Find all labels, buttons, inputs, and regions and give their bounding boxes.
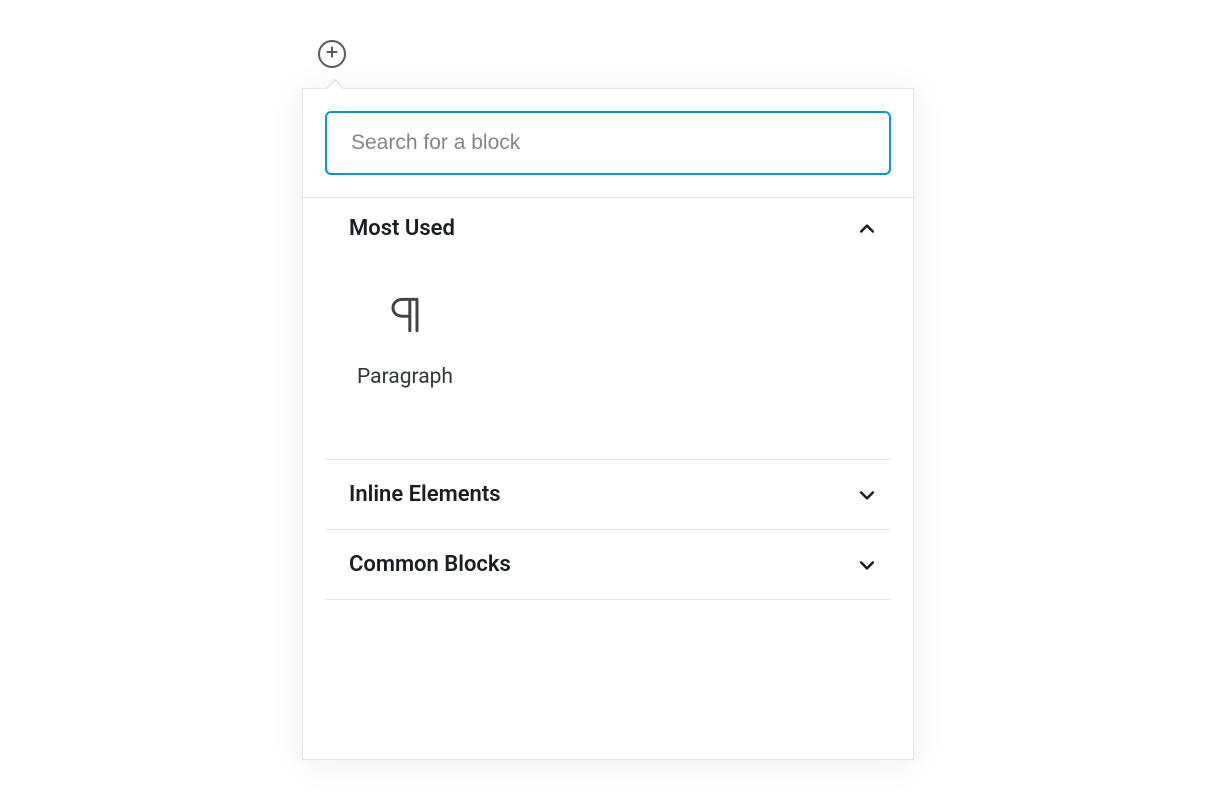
- section-header-common-blocks[interactable]: Common Blocks: [325, 530, 891, 599]
- search-container: [303, 89, 913, 198]
- block-inserter-popover: Most Used Paragraph Inline Elements: [302, 88, 914, 760]
- chevron-up-icon: [855, 217, 879, 241]
- chevron-down-icon: [855, 553, 879, 577]
- bottom-spacer: [325, 599, 891, 759]
- chevron-down-icon: [855, 483, 879, 507]
- section-title: Most Used: [349, 216, 455, 241]
- section-title: Inline Elements: [349, 482, 501, 507]
- section-body-most-used: Paragraph: [303, 259, 913, 459]
- search-input[interactable]: [325, 111, 891, 175]
- add-block-button[interactable]: [318, 40, 346, 68]
- section-title: Common Blocks: [349, 552, 511, 577]
- section-header-most-used[interactable]: Most Used: [303, 198, 913, 259]
- block-item-paragraph[interactable]: Paragraph: [325, 287, 485, 399]
- plus-icon: [324, 44, 340, 64]
- paragraph-icon: [387, 297, 423, 333]
- block-label: Paragraph: [357, 365, 453, 389]
- section-header-inline-elements[interactable]: Inline Elements: [325, 460, 891, 529]
